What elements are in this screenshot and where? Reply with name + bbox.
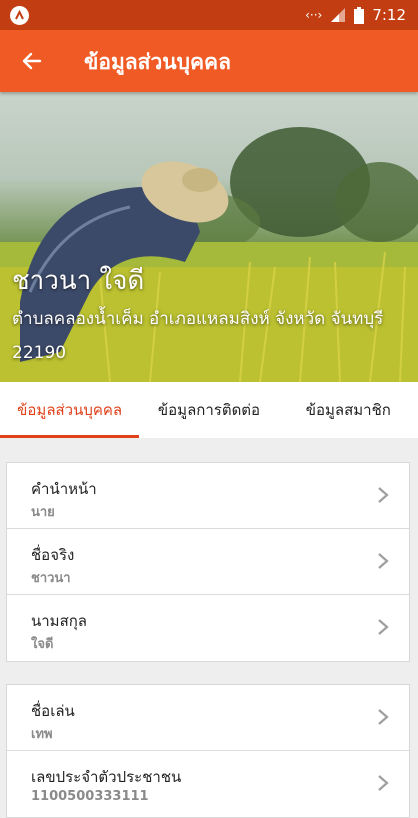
app-bar: ข้อมูลส่วนบุคคล: [0, 30, 418, 92]
chevron-right-icon: [378, 775, 389, 791]
field-row-last-name[interactable]: นามสกุล ใจดี: [7, 595, 409, 661]
field-row-title[interactable]: คำนำหน้า นาย: [7, 463, 409, 529]
battery-icon: [354, 6, 365, 24]
status-bar: ‹··› 7:12: [0, 0, 418, 30]
field-label: ชื่อจริง: [31, 546, 75, 564]
field-label: คำนำหน้า: [31, 480, 97, 498]
tab-contact-info[interactable]: ข้อมูลการติดต่อ: [139, 382, 278, 438]
back-arrow-icon[interactable]: [20, 49, 44, 73]
field-row-first-name[interactable]: ชื่อจริง ชาวนา: [7, 529, 409, 595]
tab-personal-info[interactable]: ข้อมูลส่วนบุคคล: [0, 382, 140, 438]
profile-address: ตำบลคลองน้ำเค็ม อำเภอแหลมสิงห์ จังหวัด จ…: [12, 309, 384, 363]
page-title: ข้อมูลส่วนบุคคล: [84, 50, 231, 74]
chevron-right-icon: [378, 709, 389, 725]
tab-bar: ข้อมูลส่วนบุคคล ข้อมูลการติดต่อ ข้อมูลสม…: [0, 382, 418, 438]
field-label: เลขประจำตัวประชาชน: [31, 768, 182, 786]
chevron-right-icon: [378, 619, 389, 635]
field-value: เทพ: [31, 727, 53, 742]
field-value: 1100500333111: [31, 789, 149, 804]
chevron-right-icon: [378, 553, 389, 569]
profile-name: ชาวนา ใจดี: [12, 266, 145, 296]
personal-info-card: คำนำหน้า นาย ชื่อจริง ชาวนา นามสกุล ใจดี: [6, 462, 410, 662]
field-value: นาย: [31, 505, 55, 520]
network-activity-icon: ‹··›: [305, 8, 323, 22]
clock: 7:12: [372, 6, 406, 24]
app-logo-icon: [10, 6, 29, 25]
field-value: ใจดี: [31, 637, 54, 652]
profile-cover-image: ชาวนา ใจดี ตำบลคลองน้ำเค็ม อำเภอแหลมสิงห…: [0, 92, 418, 382]
identity-info-card: ชื่อเล่น เทพ เลขประจำตัวประชาชน 11005003…: [6, 684, 410, 818]
field-row-nickname[interactable]: ชื่อเล่น เทพ: [7, 685, 409, 751]
field-label: นามสกุล: [31, 612, 87, 630]
tab-member-info[interactable]: ข้อมูลสมาชิก: [279, 382, 418, 438]
chevron-right-icon: [378, 487, 389, 503]
field-row-national-id[interactable]: เลขประจำตัวประชาชน 1100500333111: [7, 751, 409, 817]
signal-icon: [331, 8, 346, 22]
field-value: ชาวนา: [31, 571, 71, 586]
field-label: ชื่อเล่น: [31, 702, 75, 720]
